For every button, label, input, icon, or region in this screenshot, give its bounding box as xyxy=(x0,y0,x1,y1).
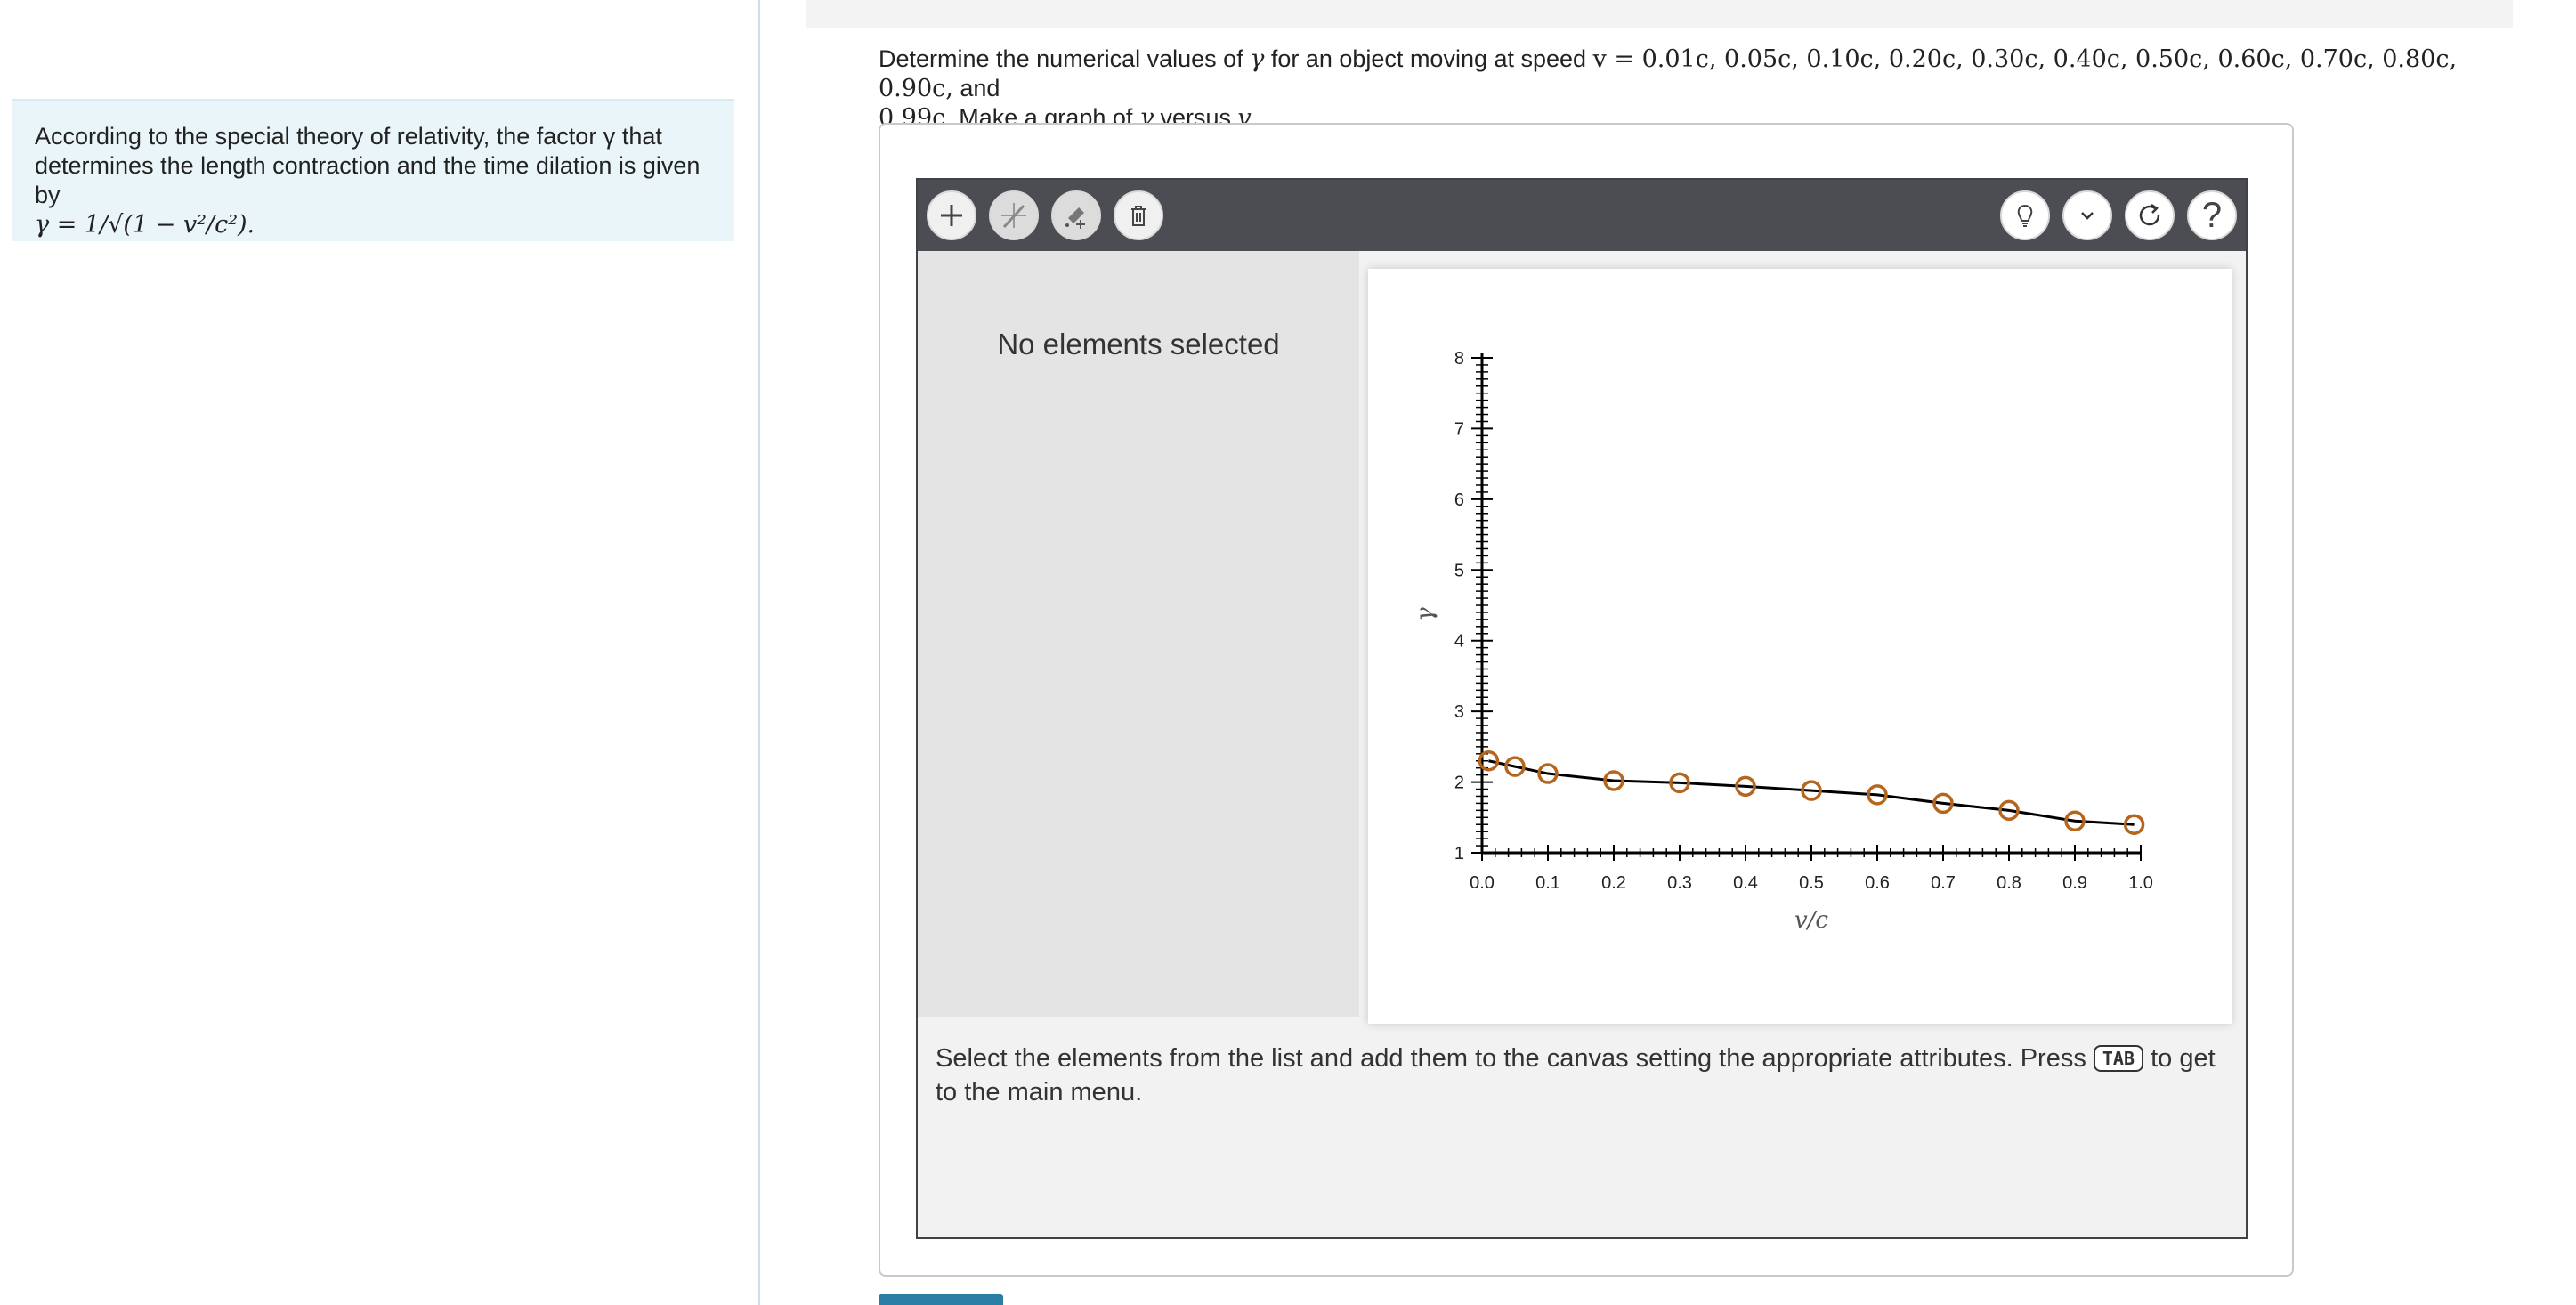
instructions-text: Select the elements from the list and ad… xyxy=(936,1042,2231,1109)
left-pane: According to the special theory of relat… xyxy=(0,0,758,1305)
y-tick-label: 2 xyxy=(1454,774,1464,793)
x-axis-label: v/c xyxy=(1794,907,1828,934)
pane-divider[interactable] xyxy=(758,0,760,1305)
hint-lightbulb-icon[interactable] xyxy=(2000,190,2050,240)
y-tick-label: 5 xyxy=(1454,561,1464,580)
y-tick-label: 6 xyxy=(1454,490,1464,510)
delete-trash-icon[interactable] xyxy=(1114,190,1163,240)
question-text: Determine the numerical values of γ for … xyxy=(879,45,2516,133)
draw-line-icon[interactable] xyxy=(989,190,1039,240)
instructions-part: Select the elements from the list and ad… xyxy=(936,1044,2094,1073)
y-axis-label: γ xyxy=(1412,607,1438,621)
x-tick-label: 0.7 xyxy=(1931,873,1956,893)
edit-pen-icon[interactable] xyxy=(1051,190,1101,240)
info-box: According to the special theory of relat… xyxy=(12,99,734,241)
y-tick-label: 8 xyxy=(1454,349,1464,369)
x-tick-label: 0.1 xyxy=(1535,873,1560,893)
redo-icon[interactable] xyxy=(2125,190,2175,240)
chevron-down-icon[interactable] xyxy=(2062,190,2112,240)
gamma-formula: γ = 1/√(1 − v²/c²). xyxy=(35,211,255,239)
x-tick-label: 0.2 xyxy=(1601,873,1626,893)
question-part: Determine the numerical values of xyxy=(879,45,1251,72)
x-tick-label: 0.6 xyxy=(1865,873,1890,893)
toolbar: ? xyxy=(918,180,2246,251)
x-tick-label: 0.8 xyxy=(1997,873,2021,893)
x-tick-label: 0.4 xyxy=(1733,873,1758,893)
x-tick-label: 0.5 xyxy=(1799,873,1824,893)
question-part: and xyxy=(952,75,1000,101)
x-tick-label: 0.9 xyxy=(2062,873,2087,893)
add-point-icon[interactable] xyxy=(927,190,976,240)
top-bar xyxy=(806,0,2513,28)
help-question-icon[interactable]: ? xyxy=(2187,190,2237,240)
x-tick-label: 0.3 xyxy=(1667,873,1692,893)
gamma-symbol: γ xyxy=(1250,45,1265,73)
question-part: for an object moving at speed xyxy=(1264,45,1593,72)
graphing-tool: ? No elements selected 0.0 0.1 0.2 0.3 0.4 0.… xyxy=(916,178,2248,1239)
selection-status: No elements selected xyxy=(997,328,1280,361)
series-line xyxy=(1488,759,2135,826)
element-sidebar: No elements selected xyxy=(918,251,1359,1017)
y-tick-label: 1 xyxy=(1454,844,1464,863)
submit-button[interactable] xyxy=(879,1294,1003,1305)
graph-canvas[interactable]: 0.0 0.1 0.2 0.3 0.4 0.5 0.6 0.7 0.8 0.9 1.0 1 2 3 4 5 6 7… xyxy=(1368,269,2232,1024)
gamma-chart[interactable]: 0.0 0.1 0.2 0.3 0.4 0.5 0.6 0.7 0.8 0.9 1.0 1 2 3 4 5 6 7… xyxy=(1368,269,2232,1024)
y-tick-label: 3 xyxy=(1454,702,1464,722)
y-tick-label: 7 xyxy=(1454,419,1464,439)
x-tick-label: 1.0 xyxy=(2128,873,2153,893)
y-tick-label: 4 xyxy=(1454,632,1464,652)
info-text: According to the special theory of relat… xyxy=(35,123,701,208)
x-tick-label: 0.0 xyxy=(1470,873,1495,893)
tab-key-badge: TAB xyxy=(2093,1045,2144,1072)
